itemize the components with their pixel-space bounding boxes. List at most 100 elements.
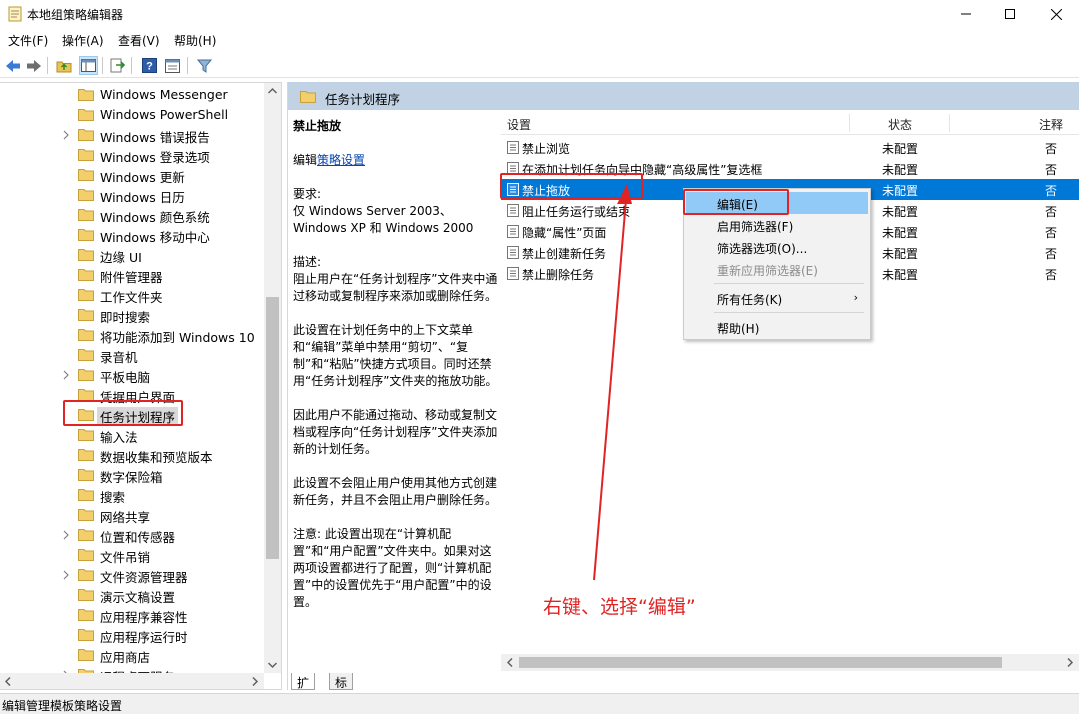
annotation-text: 右键、选择“编辑”: [543, 596, 696, 618]
back-button[interactable]: [3, 56, 22, 75]
export-list-button[interactable]: [108, 56, 127, 75]
tree-item[interactable]: 搜索: [0, 485, 263, 505]
menu-help[interactable]: 帮助(H): [174, 32, 216, 49]
tree-item[interactable]: 应用程序运行时: [0, 625, 263, 645]
tree-item[interactable]: 应用程序兼容性: [0, 605, 263, 625]
tree-item[interactable]: 边缘 UI: [0, 245, 263, 265]
ctx-enable-filter[interactable]: 启用筛选器(F): [686, 214, 868, 236]
tree-item[interactable]: Windows Messenger: [0, 85, 263, 105]
column-note[interactable]: 注释: [1039, 116, 1063, 133]
tab-extended[interactable]: 扩展: [291, 673, 316, 707]
tree-item-label: 边缘 UI: [100, 250, 142, 265]
properties-icon: [165, 58, 180, 73]
tree-item[interactable]: 任务计划程序: [0, 405, 263, 426]
policy-setting-icon: [507, 267, 519, 280]
help-button[interactable]: ?: [140, 56, 159, 75]
tree-item[interactable]: 应用商店: [0, 645, 263, 665]
tree-item-label: 输入法: [100, 430, 138, 445]
ctx-reapply-filter-label: 重新应用筛选器(E): [717, 264, 818, 278]
column-state[interactable]: 状态: [888, 116, 912, 133]
tree-item[interactable]: 附件管理器: [0, 265, 263, 285]
menu-view[interactable]: 查看(V): [118, 32, 160, 49]
setting-name: 在添加计划任务向导中隐藏“高级属性”复选框: [522, 163, 763, 177]
tree-horizontal-scrollbar[interactable]: [0, 673, 264, 689]
chevron-right-icon[interactable]: [61, 569, 71, 581]
folder-icon: [78, 129, 94, 141]
tree-item[interactable]: 文件吊销: [0, 545, 263, 565]
tree-item-label: 录音机: [100, 350, 138, 365]
up-folder-button[interactable]: [54, 56, 73, 75]
chevron-right-icon[interactable]: [61, 129, 71, 141]
show-hide-tree-button[interactable]: [79, 56, 98, 75]
menu-file[interactable]: 文件(F): [8, 32, 48, 49]
tree-item[interactable]: Windows 日历: [0, 185, 263, 205]
tree-item[interactable]: 数据收集和预览版本: [0, 445, 263, 465]
tree-item[interactable]: 数字保险箱: [0, 465, 263, 485]
ctx-reapply-filter: 重新应用筛选器(E): [686, 258, 868, 280]
tree-item[interactable]: Windows 错误报告: [0, 125, 263, 145]
tree-item-label: 位置和传感器: [100, 530, 176, 545]
policy-editor-app-icon: [8, 6, 22, 22]
tree-item[interactable]: 工作文件夹: [0, 285, 263, 305]
column-setting[interactable]: 设置: [507, 116, 531, 133]
tree-item-label: 网络共享: [100, 510, 151, 525]
policy-setting-icon: [507, 183, 519, 196]
ctx-help[interactable]: 帮助(H): [686, 316, 868, 338]
list-scroll-thumb[interactable]: [519, 657, 1002, 668]
tree-item-label: Windows 登录选项: [100, 150, 210, 165]
ctx-all-tasks[interactable]: 所有任务(K) ›: [686, 287, 868, 309]
chevron-right-icon[interactable]: [61, 529, 71, 541]
setting-state: 未配置: [882, 163, 919, 177]
chevron-right-icon[interactable]: [61, 369, 71, 381]
tree-item[interactable]: Windows 登录选项: [0, 145, 263, 165]
tree-item[interactable]: 输入法: [0, 425, 263, 445]
tree-item[interactable]: 录音机: [0, 345, 263, 365]
filter-button[interactable]: [195, 56, 214, 75]
maximize-button[interactable]: [987, 0, 1033, 28]
tree-item-label: Windows 错误报告: [100, 130, 210, 145]
policy-setting-icon: [507, 246, 519, 259]
tree-item[interactable]: Windows 移动中心: [0, 225, 263, 245]
setting-row[interactable]: 禁止浏览 未配置 否: [501, 137, 1079, 158]
tree-item[interactable]: 将功能添加到 Windows 10: [0, 325, 263, 345]
folder-icon: [78, 409, 94, 421]
ctx-filter-options[interactable]: 筛选器选项(O)...: [686, 236, 868, 258]
folder-icon: [78, 169, 94, 181]
tree-item[interactable]: 凭据用户界面: [0, 385, 263, 405]
properties-button[interactable]: [163, 56, 182, 75]
setting-note: 否: [1045, 184, 1058, 198]
ctx-edit[interactable]: 编辑(E): [686, 192, 868, 214]
tree-item-label: 文件吊销: [100, 550, 151, 565]
tree-item[interactable]: 演示文稿设置: [0, 585, 263, 605]
folder-icon: [78, 389, 94, 401]
tree-item-label: Windows 移动中心: [100, 230, 210, 245]
minimize-button[interactable]: [943, 0, 989, 28]
ctx-help-label: 帮助(H): [717, 322, 760, 336]
setting-row[interactable]: 在添加计划任务向导中隐藏“高级属性”复选框 未配置 否: [501, 158, 1079, 179]
filter-icon: [197, 59, 212, 73]
menu-action[interactable]: 操作(A): [62, 32, 104, 49]
folder-icon: [78, 429, 94, 441]
tab-standard[interactable]: 标准: [329, 673, 354, 707]
edit-policy-link[interactable]: 策略设置: [317, 153, 365, 167]
folder-icon: [78, 349, 94, 361]
tree-item[interactable]: 位置和传感器: [0, 525, 263, 545]
close-button[interactable]: [1033, 0, 1079, 28]
tree-item-label: Windows 日历: [100, 190, 185, 205]
minimize-icon: [961, 13, 971, 15]
tree-item[interactable]: 即时搜索: [0, 305, 263, 325]
tree-item[interactable]: Windows 更新: [0, 165, 263, 185]
setting-note: 否: [1045, 163, 1058, 177]
folder-icon: [78, 449, 94, 461]
tree-item[interactable]: 网络共享: [0, 505, 263, 525]
tree-scroll-thumb[interactable]: [266, 297, 279, 559]
tree-item[interactable]: 文件资源管理器: [0, 565, 263, 585]
tree-item-label: 搜索: [100, 490, 126, 505]
tree-item[interactable]: Windows 颜色系统: [0, 205, 263, 225]
toolbar: ?: [0, 53, 1079, 78]
policy-tree[interactable]: Windows Messenger Windows PowerShell Windo…: [0, 82, 282, 690]
forward-button[interactable]: [24, 56, 43, 75]
tree-item[interactable]: 平板电脑: [0, 365, 263, 385]
tree-item[interactable]: Windows PowerShell: [0, 105, 263, 125]
pane-header: 任务计划程序: [288, 82, 1079, 110]
